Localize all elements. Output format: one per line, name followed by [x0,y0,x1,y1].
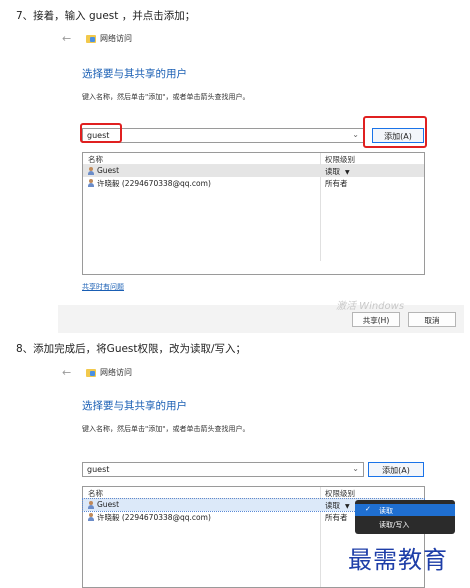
step8-heading: 选择要与其共享的用户 [82,400,187,412]
col-perm-header: 权限级别 [325,489,355,498]
sharing-trouble-link[interactable]: 共享时有问题 [82,282,124,292]
cancel-button[interactable]: 取消 [408,312,456,327]
step8-nav: ← 网络访问 [62,366,132,379]
chevron-down-icon[interactable]: ⌄ [352,130,359,139]
step7-user-table: 名称 权限级别 Guest 读取 ▼ 许晓毅 (2294670338@qq.com… [82,152,425,275]
step8-nav-title: 网络访问 [100,368,132,377]
step7-caption: 7、接着，输入 guest ，并点击添加； [16,10,196,22]
col-name-header: 名称 [88,155,103,164]
tutorial-page: 7、接着，输入 guest ，并点击添加； ← 网络访问 选择要与其共享的用户 … [0,0,470,588]
perm-label: 读取 [325,167,340,176]
step8-user-combobox[interactable]: guest ⌄ [82,462,364,477]
network-folder-icon [86,368,96,377]
step7-footer: 共享(H) 取消 激活 Windows [58,301,464,333]
row-name: Guest [97,500,120,509]
step7-dialog: ← 网络访问 选择要与其共享的用户 键入名称，然后单击"添加"，或者单击箭头查找… [62,28,464,298]
menu-item-label: 读取/写入 [379,521,410,529]
user-icon [88,167,94,175]
user-icon [88,179,94,187]
step7-table-header: 名称 权限级别 [83,153,424,261]
brand-watermark: 最需教育 [348,546,448,574]
row-name: 许晓毅 (2294670338@qq.com) [97,179,211,188]
step8-combo-value: guest [87,465,110,474]
back-arrow-icon[interactable]: ← [62,366,74,379]
permission-dropdown-menu: ✓ 读取 读取/写入 [355,500,455,534]
row-perm: 所有者 [325,513,348,522]
share-button[interactable]: 共享(H) [352,312,400,327]
check-icon: ✓ [365,505,371,513]
row-perm: 所有者 [325,179,348,188]
row-name: Guest [97,166,120,175]
step7-nav-title: 网络访问 [100,34,132,43]
dropdown-arrow-icon[interactable]: ▼ [345,169,350,176]
step8-hint: 键入名称，然后单击"添加"，或者单击箭头查找用户。 [82,425,250,433]
activation-watermark: 激活 Windows [336,301,405,312]
row-perm[interactable]: 读取 ▼ [325,166,350,177]
step8-table-header: 名称 权限级别 [83,487,424,587]
table-row[interactable]: 许晓毅 (2294670338@qq.com) 所有者 [83,177,424,189]
step7-nav: ← 网络访问 [62,32,132,45]
menu-item-label: 读取 [379,507,393,515]
chevron-down-icon[interactable]: ⌄ [352,464,359,473]
menu-item-read[interactable]: ✓ 读取 [355,504,455,516]
col-perm-header: 权限级别 [325,155,355,164]
network-folder-icon [86,34,96,43]
highlight-input-box [80,123,122,143]
back-arrow-icon[interactable]: ← [62,32,74,45]
user-icon [88,501,94,509]
row-name: 许晓毅 (2294670338@qq.com) [97,513,211,522]
row-perm[interactable]: 读取 ▼ [325,500,350,511]
step7-user-combobox[interactable]: guest ⌄ [82,128,364,143]
table-row[interactable]: Guest 读取 ▼ [83,165,424,177]
dropdown-arrow-icon[interactable]: ▼ [345,503,350,510]
step7-heading: 选择要与其共享的用户 [82,68,187,80]
menu-item-read-write[interactable]: 读取/写入 [355,518,455,530]
perm-label: 读取 [325,501,340,510]
step7-hint: 键入名称，然后单击"添加"，或者单击箭头查找用户。 [82,93,250,101]
col-name-header: 名称 [88,489,103,498]
highlight-add-box [363,116,427,148]
step8-caption: 8、添加完成后，将Guest权限，改为读取/写入； [16,343,247,355]
user-icon [88,513,94,521]
step8-add-button[interactable]: 添加(A) [368,462,424,477]
